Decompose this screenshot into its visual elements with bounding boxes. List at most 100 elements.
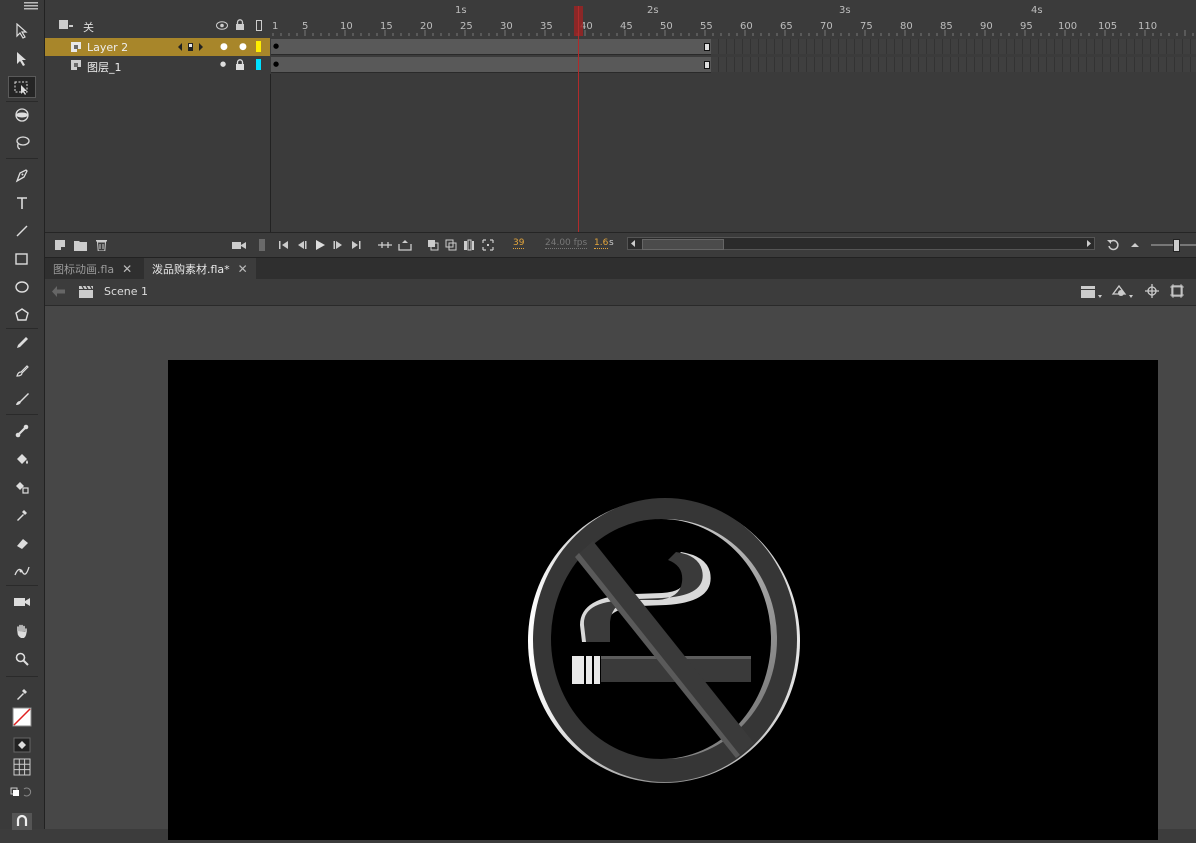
width-tool-icon[interactable] xyxy=(8,560,36,582)
frames-area[interactable]: 1 5 10 15 20 25 30 35 40 45 50 55 60 65 … xyxy=(271,0,1196,232)
playhead[interactable] xyxy=(578,6,579,232)
swap-colors-icon[interactable] xyxy=(8,781,36,803)
frame-span[interactable] xyxy=(271,39,711,55)
selection-tool-icon[interactable] xyxy=(8,20,36,42)
end-frame-marker[interactable] xyxy=(704,43,710,51)
text-tool-icon[interactable] xyxy=(8,192,36,214)
ruler-number: 30 xyxy=(500,21,513,32)
ruler-number: 65 xyxy=(780,21,793,32)
brush-tool-icon[interactable] xyxy=(8,388,36,410)
new-layer-icon[interactable] xyxy=(53,238,67,252)
fill-color-icon[interactable] xyxy=(8,734,36,756)
pencil-tool-icon[interactable] xyxy=(8,332,36,354)
lock-icon[interactable] xyxy=(235,59,245,71)
rectangle-tool-icon[interactable] xyxy=(8,248,36,270)
visibility-dot[interactable]: ● xyxy=(220,42,228,52)
3d-rotation-tool-icon[interactable] xyxy=(8,104,36,126)
tab-label[interactable]: 图标动画.fla xyxy=(53,263,114,276)
clip-content-icon[interactable] xyxy=(1170,284,1184,298)
hand-tool-icon[interactable] xyxy=(8,620,36,642)
scroll-left-icon[interactable] xyxy=(630,240,636,247)
current-frame-number[interactable]: 39 xyxy=(513,238,525,249)
show-all-layers-icon[interactable] xyxy=(59,20,73,31)
document-tab[interactable]: 图标动画.fla ✕ xyxy=(45,258,140,280)
polystar-tool-icon[interactable] xyxy=(8,304,36,326)
panel-menu-icon[interactable] xyxy=(24,2,38,10)
scene-name[interactable]: Scene 1 xyxy=(104,285,148,298)
layer-name[interactable]: Layer 2 xyxy=(87,41,128,54)
zoom-slider-thumb[interactable] xyxy=(1173,239,1180,252)
stage[interactable] xyxy=(168,360,1158,840)
new-folder-icon[interactable] xyxy=(73,238,87,252)
panel-grip-icon[interactable] xyxy=(255,238,269,252)
ink-bottle-tool-icon[interactable] xyxy=(8,476,36,498)
camera-toggle-icon[interactable] xyxy=(232,238,246,252)
step-back-icon[interactable] xyxy=(295,238,309,252)
scrollbar-thumb[interactable] xyxy=(642,239,724,250)
document-tab[interactable]: 泼品购素材.fla* ✕ xyxy=(144,258,256,280)
paint-bucket-tool-icon[interactable] xyxy=(8,448,36,470)
keyframe-dot[interactable]: ● xyxy=(273,42,279,50)
paint-brush-tool-icon[interactable] xyxy=(8,360,36,382)
tab-label[interactable]: 泼品购素材.fla* xyxy=(152,263,230,276)
stroke-color-icon[interactable] xyxy=(8,683,36,705)
camera-layer-controls-icon[interactable] xyxy=(177,42,207,52)
center-frame-icon[interactable] xyxy=(398,238,412,252)
close-tab-icon[interactable]: ✕ xyxy=(238,262,248,276)
no-smoking-symbol[interactable] xyxy=(168,360,1158,840)
onion-skin-outlines-icon[interactable] xyxy=(444,238,458,252)
zoom-out-icon[interactable] xyxy=(1128,238,1142,252)
delete-layer-icon[interactable] xyxy=(94,238,108,252)
go-to-first-frame-icon[interactable] xyxy=(277,238,291,252)
edit-multiple-frames-icon[interactable] xyxy=(462,238,476,252)
lasso-tool-icon[interactable] xyxy=(8,132,36,154)
empty-frames[interactable] xyxy=(711,39,1196,54)
elapsed-time[interactable]: 1.6 xyxy=(594,238,609,249)
bone-tool-icon[interactable] xyxy=(8,420,36,442)
modify-markers-icon[interactable] xyxy=(481,238,495,252)
stage-area[interactable] xyxy=(45,306,1196,840)
oval-tool-icon[interactable] xyxy=(8,276,36,298)
scroll-right-icon[interactable] xyxy=(1086,240,1092,247)
eye-icon[interactable] xyxy=(216,21,228,30)
eyedropper-tool-icon[interactable] xyxy=(8,504,36,526)
timeline-scrollbar[interactable] xyxy=(627,237,1095,250)
edit-scene-icon[interactable] xyxy=(1080,284,1104,300)
lock-icon[interactable] xyxy=(235,19,245,31)
edit-symbols-icon[interactable] xyxy=(1111,284,1135,300)
loop-icon[interactable] xyxy=(378,238,392,252)
close-tab-icon[interactable]: ✕ xyxy=(122,262,132,276)
pen-tool-icon[interactable] xyxy=(8,164,36,186)
no-color-swatch[interactable] xyxy=(8,706,36,728)
grid-icon[interactable] xyxy=(8,756,36,778)
step-forward-icon[interactable] xyxy=(331,238,345,252)
eraser-tool-icon[interactable] xyxy=(8,532,36,554)
go-to-last-frame-icon[interactable] xyxy=(349,238,363,252)
line-tool-icon[interactable] xyxy=(8,220,36,242)
free-transform-tool-icon[interactable] xyxy=(8,76,36,98)
zoom-tool-icon[interactable] xyxy=(8,648,36,670)
reset-zoom-icon[interactable] xyxy=(1106,238,1120,252)
camera-tool-icon[interactable] xyxy=(8,591,36,613)
keyframe-dot[interactable]: ● xyxy=(273,60,279,68)
layer-color-swatch[interactable] xyxy=(256,59,261,70)
frame-row[interactable]: ● xyxy=(271,56,1196,73)
layer-row[interactable]: Layer 2 ● ● xyxy=(45,38,270,56)
layer-name[interactable]: 图层_1 xyxy=(87,59,122,75)
frame-rate[interactable]: 24.00 fps xyxy=(545,238,588,249)
back-arrow-icon[interactable] xyxy=(52,286,65,297)
center-stage-icon[interactable] xyxy=(1145,284,1159,298)
end-frame-marker[interactable] xyxy=(704,61,710,69)
lock-dot[interactable]: ● xyxy=(239,42,247,52)
onion-skin-icon[interactable] xyxy=(426,238,440,252)
layer-row[interactable]: 图层_1 ● xyxy=(45,56,270,74)
layer-color-swatch[interactable] xyxy=(256,41,261,52)
play-icon[interactable] xyxy=(313,238,327,252)
frame-span[interactable] xyxy=(271,57,711,73)
visibility-dot[interactable]: ● xyxy=(220,60,226,68)
frame-ruler[interactable]: 1 5 10 15 20 25 30 35 40 45 50 55 60 65 … xyxy=(271,5,1196,36)
empty-frames[interactable] xyxy=(711,57,1196,72)
frame-row[interactable]: ● xyxy=(271,38,1196,55)
subselection-tool-icon[interactable] xyxy=(8,48,36,70)
outline-icon[interactable] xyxy=(256,20,262,31)
